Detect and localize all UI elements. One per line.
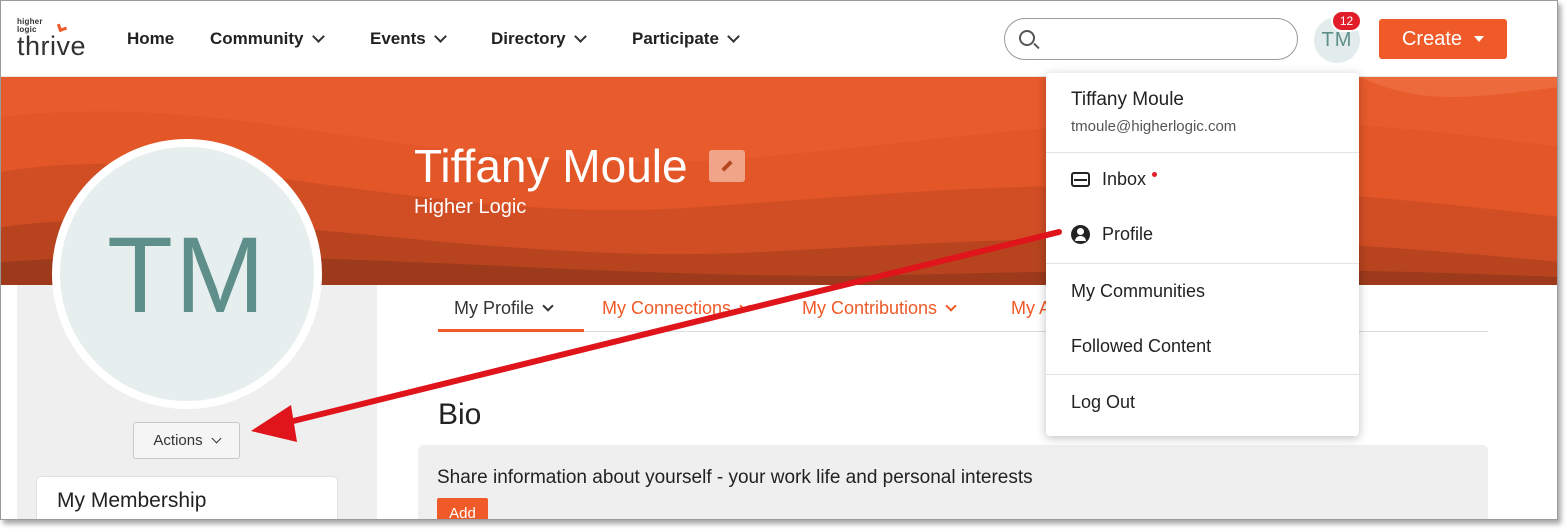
search-input[interactable] (1045, 27, 1285, 51)
tab-my-a[interactable]: My A (1011, 298, 1051, 319)
menu-user-email: tmoule@higherlogic.com (1071, 118, 1237, 135)
menu-divider (1046, 152, 1359, 153)
active-tab-indicator (438, 329, 584, 332)
chevron-down-icon (311, 30, 325, 43)
nav-item-participate[interactable]: Participate (632, 27, 740, 51)
nav-item-community[interactable]: Community (210, 27, 325, 51)
profile-organization: Higher Logic (414, 196, 527, 218)
menu-item-profile[interactable]: Profile (1071, 224, 1153, 245)
search-box (1004, 18, 1298, 60)
nav-item-label: Participate (632, 29, 719, 48)
menu-divider (1046, 374, 1359, 375)
menu-item-my-communities[interactable]: My Communities (1071, 281, 1205, 302)
profile-avatar: TM (52, 139, 322, 409)
pencil-icon (721, 160, 733, 172)
app-window: higher logic thrive Home Community Event… (0, 0, 1558, 520)
menu-item-label: Followed Content (1071, 336, 1212, 356)
thrive-logo[interactable]: higher logic thrive (17, 18, 107, 62)
membership-title: My Membership (57, 489, 207, 512)
profile-name: Tiffany Moule (414, 140, 688, 192)
menu-item-followed-content[interactable]: Followed Content (1071, 336, 1211, 357)
membership-card: My Membership (36, 476, 338, 519)
unread-indicator (1152, 172, 1158, 177)
notification-badge: 12 (1331, 10, 1362, 32)
nav-item-label: Events (370, 29, 426, 48)
tab-label: My Profile (454, 298, 535, 318)
top-navigation-bar: higher logic thrive Home Community Event… (1, 1, 1557, 77)
tab-my-contributions[interactable]: My Contributions (802, 298, 957, 319)
nav-item-home[interactable]: Home (127, 27, 174, 51)
user-dropdown-menu: Tiffany Moule tmoule@higherlogic.com Inb… (1046, 73, 1359, 436)
tab-my-profile[interactable]: My Profile (454, 298, 554, 319)
menu-item-inbox[interactable]: Inbox (1071, 169, 1158, 190)
chevron-down-icon (542, 300, 554, 312)
profile-initials: TM (107, 213, 267, 335)
nav-item-label: Home (127, 29, 175, 48)
chevron-down-icon (211, 433, 222, 444)
actions-button-label: Actions (153, 432, 203, 449)
bio-prompt: Share information about yourself - your … (437, 467, 1033, 488)
caret-down-icon (1474, 36, 1485, 42)
menu-divider (1046, 263, 1359, 264)
chevron-down-icon (739, 300, 751, 312)
nav-item-label: Directory (491, 29, 566, 48)
inbox-icon (1071, 172, 1090, 187)
chevron-down-icon (573, 30, 587, 43)
menu-item-label: Profile (1102, 224, 1154, 244)
menu-item-label: My Communities (1071, 281, 1206, 301)
add-bio-button[interactable]: Add (437, 498, 488, 519)
tab-label: My Contributions (802, 298, 938, 318)
nav-item-directory[interactable]: Directory (491, 27, 587, 51)
tab-label: My Connections (602, 298, 732, 318)
bio-panel: Share information about yourself - your … (418, 445, 1488, 519)
menu-item-label: Log Out (1071, 392, 1136, 412)
search-icon[interactable] (1019, 30, 1035, 46)
chevron-down-icon (433, 30, 447, 43)
create-button[interactable]: Create (1379, 19, 1507, 59)
menu-user-name: Tiffany Moule (1071, 89, 1184, 110)
menu-item-label: Inbox (1102, 169, 1147, 189)
nav-item-events[interactable]: Events (370, 27, 447, 51)
chevron-down-icon (945, 300, 957, 312)
chevron-down-icon (727, 30, 740, 43)
tab-my-connections[interactable]: My Connections (602, 298, 751, 319)
profile-icon (1071, 225, 1090, 244)
logo-main-text: thrive (17, 31, 87, 61)
tab-label: My A (1011, 298, 1052, 318)
create-button-label: Create (1401, 27, 1463, 50)
actions-button[interactable]: Actions (133, 422, 240, 459)
edit-name-button[interactable] (709, 150, 745, 182)
nav-item-label: Community (210, 29, 304, 48)
bio-heading: Bio (438, 398, 482, 431)
menu-item-log-out[interactable]: Log Out (1071, 392, 1135, 413)
